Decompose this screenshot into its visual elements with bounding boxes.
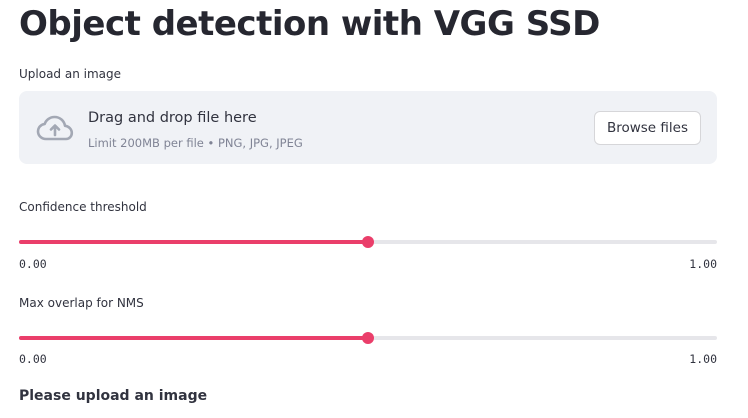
- max-overlap-nms-slider[interactable]: [19, 331, 717, 345]
- page-title: Object detection with VGG SSD: [19, 4, 600, 44]
- slider-thumb[interactable]: [362, 236, 374, 248]
- file-dropzone[interactable]: Drag and drop file here Limit 200MB per …: [19, 91, 717, 164]
- confidence-threshold-label: Confidence threshold: [19, 200, 147, 214]
- confidence-threshold-slider[interactable]: [19, 235, 717, 249]
- cloud-upload-icon: [36, 115, 74, 141]
- slider-max-label: 1.00: [689, 352, 717, 366]
- slider-max-label: 1.00: [689, 257, 717, 271]
- slider-thumb[interactable]: [362, 332, 374, 344]
- slider-fill: [19, 240, 368, 244]
- slider-fill: [19, 336, 368, 340]
- uploader-label: Upload an image: [19, 67, 122, 81]
- max-overlap-nms-label: Max overlap for NMS: [19, 296, 144, 310]
- file-limit-text: Limit 200MB per file • PNG, JPG, JPEG: [88, 136, 303, 150]
- slider-min-label: 0.00: [19, 352, 47, 366]
- app-page: Object detection with VGG SSD Upload an …: [0, 0, 748, 418]
- status-message: Please upload an image: [19, 388, 208, 404]
- browse-files-button[interactable]: Browse files: [593, 111, 701, 145]
- slider-min-label: 0.00: [19, 257, 47, 271]
- dropzone-instructions: Drag and drop file here: [88, 110, 257, 126]
